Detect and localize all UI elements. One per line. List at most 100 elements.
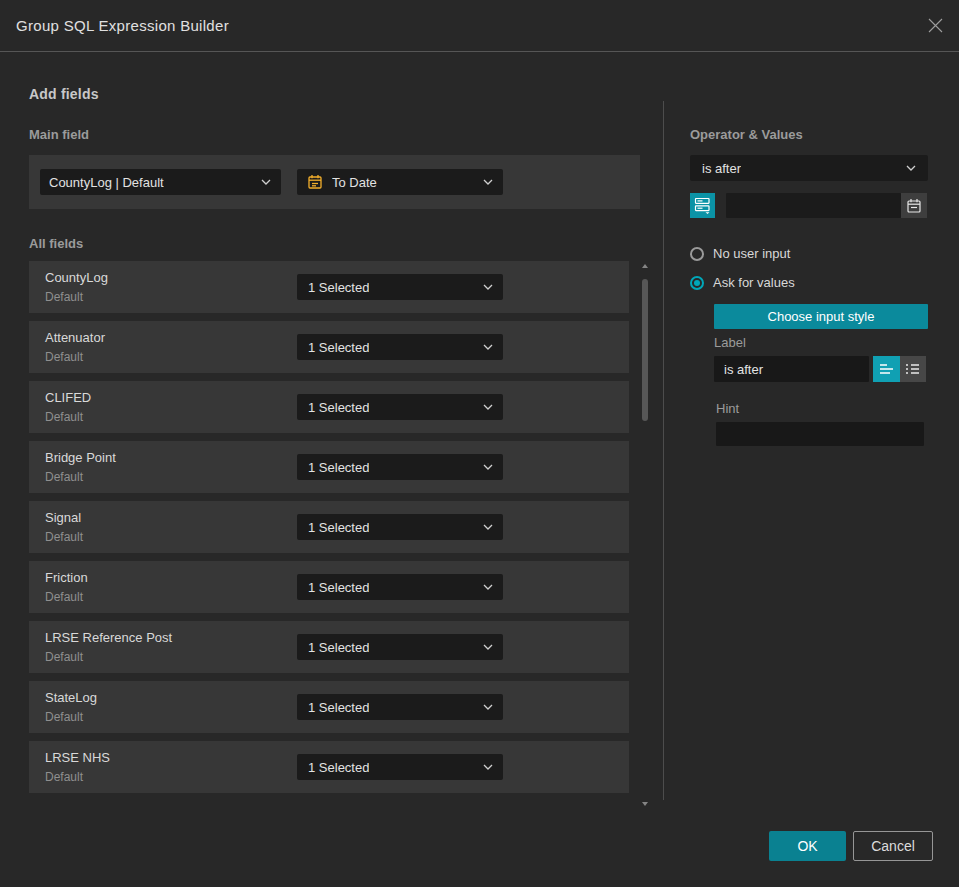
chevron-down-icon	[483, 179, 493, 185]
ask-for-values-radio[interactable]: Ask for values	[690, 275, 795, 290]
cancel-button[interactable]: Cancel	[853, 831, 933, 861]
no-user-input-radio[interactable]: No user input	[690, 246, 790, 261]
field-row: Signal Default 1 Selected	[29, 501, 629, 553]
chevron-down-icon	[483, 764, 493, 770]
panel-divider	[663, 101, 664, 800]
field-name: LRSE Reference Post	[45, 630, 172, 645]
field-subtitle: Default	[45, 290, 83, 304]
field-row: Attenuator Default 1 Selected	[29, 321, 629, 373]
field-selected-dropdown[interactable]: 1 Selected	[297, 574, 503, 600]
field-subtitle: Default	[45, 770, 83, 784]
field-selected-dropdown-value: 1 Selected	[308, 640, 369, 655]
single-line-style-button[interactable]	[873, 356, 900, 382]
field-selected-dropdown[interactable]: 1 Selected	[297, 274, 503, 300]
field-subtitle: Default	[45, 530, 83, 544]
main-field-dropdown[interactable]: CountyLog | Default	[40, 169, 281, 195]
chevron-down-icon	[483, 284, 493, 290]
operator-dropdown[interactable]: is after	[690, 155, 928, 181]
field-selected-dropdown-value: 1 Selected	[308, 340, 369, 355]
field-selected-dropdown-value: 1 Selected	[308, 580, 369, 595]
dialog-titlebar: Group SQL Expression Builder	[0, 0, 959, 52]
field-selected-dropdown-value: 1 Selected	[308, 760, 369, 775]
group-sql-expression-builder-dialog: Group SQL Expression Builder Add fields …	[0, 0, 959, 887]
chevron-down-icon	[261, 179, 271, 185]
field-subtitle: Default	[45, 470, 83, 484]
calendar-icon	[906, 198, 922, 214]
value-input[interactable]	[726, 193, 901, 218]
align-left-icon	[879, 361, 895, 377]
field-row: LRSE Reference Post Default 1 Selected	[29, 621, 629, 673]
chevron-down-icon	[483, 524, 493, 530]
field-selected-dropdown-value: 1 Selected	[308, 460, 369, 475]
field-row: Bridge Point Default 1 Selected	[29, 441, 629, 493]
date-field-dropdown-value: To Date	[332, 175, 377, 190]
field-subtitle: Default	[45, 710, 83, 724]
label-input[interactable]	[714, 356, 869, 382]
radio-selected-icon	[690, 276, 704, 290]
field-selected-dropdown[interactable]: 1 Selected	[297, 634, 503, 660]
chevron-down-icon	[483, 404, 493, 410]
scrollbar-up-arrow[interactable]	[642, 264, 648, 268]
ok-button[interactable]: OK	[769, 831, 846, 861]
field-selected-dropdown-value: 1 Selected	[308, 280, 369, 295]
choose-input-style-button[interactable]: Choose input style	[714, 304, 928, 329]
field-name: StateLog	[45, 690, 97, 705]
chevron-down-icon	[483, 344, 493, 350]
radio-unselected-icon	[690, 247, 704, 261]
field-selected-dropdown[interactable]: 1 Selected	[297, 514, 503, 540]
field-name: CountyLog	[45, 270, 108, 285]
field-subtitle: Default	[45, 590, 83, 604]
field-row: Friction Default 1 Selected	[29, 561, 629, 613]
close-button[interactable]	[924, 14, 946, 36]
scrollbar-thumb[interactable]	[642, 279, 648, 421]
calendar-icon	[307, 174, 323, 190]
field-selected-dropdown-value: 1 Selected	[308, 400, 369, 415]
field-name: Bridge Point	[45, 450, 116, 465]
operator-values-heading: Operator & Values	[690, 127, 803, 142]
main-field-box: CountyLog | Default To Date	[29, 155, 640, 209]
field-selected-dropdown[interactable]: 1 Selected	[297, 334, 503, 360]
date-field-dropdown[interactable]: To Date	[297, 169, 503, 195]
scrollbar-down-arrow[interactable]	[642, 802, 648, 806]
close-icon	[927, 17, 944, 34]
chevron-down-icon	[906, 165, 916, 171]
field-name: Signal	[45, 510, 81, 525]
chevron-down-icon	[483, 644, 493, 650]
field-name: LRSE NHS	[45, 750, 110, 765]
label-label: Label	[714, 335, 746, 350]
field-selected-dropdown-value: 1 Selected	[308, 700, 369, 715]
list-icon	[905, 361, 921, 377]
field-subtitle: Default	[45, 410, 83, 424]
multiple-values-icon	[694, 197, 711, 214]
field-selected-dropdown[interactable]: 1 Selected	[297, 394, 503, 420]
list-scrollbar[interactable]	[641, 258, 649, 812]
field-selected-dropdown[interactable]: 1 Selected	[297, 754, 503, 780]
operator-dropdown-value: is after	[702, 161, 741, 176]
chevron-down-icon	[483, 464, 493, 470]
field-row: StateLog Default 1 Selected	[29, 681, 629, 733]
field-name: Friction	[45, 570, 88, 585]
calendar-picker-button[interactable]	[901, 193, 927, 218]
chevron-down-icon	[483, 704, 493, 710]
all-fields-label: All fields	[29, 236, 83, 251]
list-style-button[interactable]	[900, 356, 926, 382]
field-row: CountyLog Default 1 Selected	[29, 261, 629, 313]
field-selected-dropdown[interactable]: 1 Selected	[297, 454, 503, 480]
set-values-button[interactable]	[690, 193, 715, 218]
dialog-title: Group SQL Expression Builder	[16, 0, 229, 52]
field-row: CLIFED Default 1 Selected	[29, 381, 629, 433]
field-name: CLIFED	[45, 390, 91, 405]
no-user-input-label: No user input	[713, 246, 790, 261]
chevron-down-icon	[483, 584, 493, 590]
field-row: LRSE NHS Default 1 Selected	[29, 741, 629, 793]
field-selected-dropdown[interactable]: 1 Selected	[297, 694, 503, 720]
ask-for-values-label: Ask for values	[713, 275, 795, 290]
field-subtitle: Default	[45, 650, 83, 664]
main-field-label: Main field	[29, 127, 89, 142]
all-fields-list: CountyLog Default 1 Selected Attenuator …	[29, 261, 629, 801]
hint-input[interactable]	[716, 422, 924, 446]
field-selected-dropdown-value: 1 Selected	[308, 520, 369, 535]
hint-label: Hint	[716, 401, 739, 416]
main-field-dropdown-value: CountyLog | Default	[49, 175, 164, 190]
field-subtitle: Default	[45, 350, 83, 364]
